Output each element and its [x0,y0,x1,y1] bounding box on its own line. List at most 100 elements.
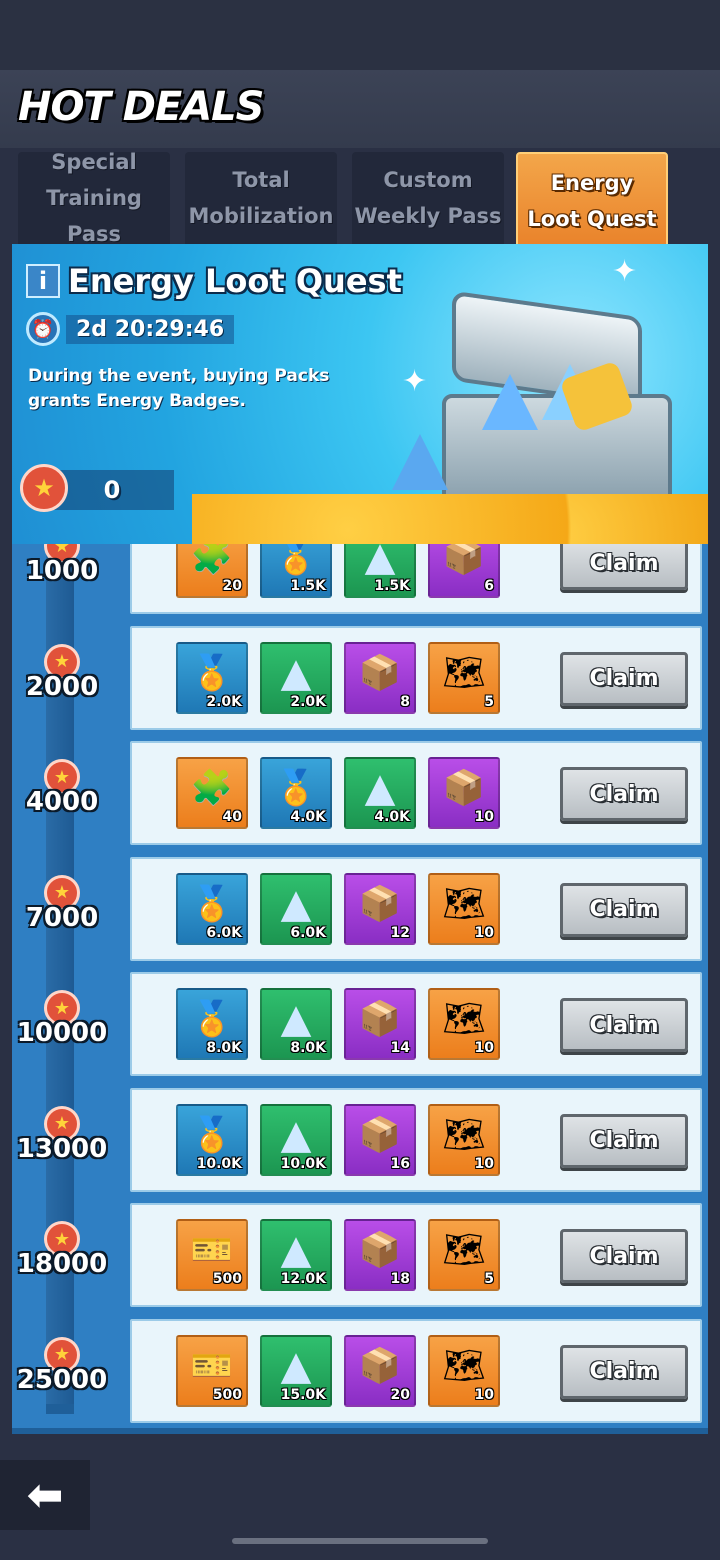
gold-crate-reward[interactable]: 📦 18 [344,1219,416,1291]
medal-icon: 🏅 [190,999,234,1039]
reward-tier-list[interactable]: ★ 1000 🧩 20 🏅 1.5K ▲ 1.5K 📦 6 Claim ★ 2000 🏅 2.0K ▲ 2.0K… [12,544,708,1434]
gold-crate-icon: 📦 [358,1345,402,1386]
milestone-value: 7000 [25,902,99,933]
reward-tier-row: 🏅 10.0K ▲ 10.0K 📦 16 🗺 10 Claim [130,1087,702,1192]
home-indicator[interactable] [232,1538,488,1544]
milestone-value: 13000 [16,1133,108,1164]
countdown-text: 2d 20:29:46 [66,314,235,344]
blueprint-icon: 🗺 [442,1345,486,1386]
ticket-icon: 🎫 [190,1345,234,1386]
tier-milestone: ★ 18000 [12,1221,112,1311]
reward-tier-row: 🏅 2.0K ▲ 2.0K 📦 8 🗺 5 Claim [130,625,702,730]
reward-tier-row: 🧩 40 🏅 4.0K ▲ 4.0K 📦 10 Claim [130,741,702,845]
claim-button[interactable]: Claim [560,882,688,937]
crystal-icon: ▲ [280,1111,312,1158]
reward-tier-row: 🎫 500 ▲ 12.0K 📦 18 🗺 5 Claim [130,1203,702,1307]
blueprint-reward[interactable]: 🗺 10 [428,1334,500,1407]
tab-bar: Special Training Pass Total Mobilization… [18,150,708,250]
puzzle-piece-reward[interactable]: 🧩 40 [176,757,248,829]
puzzle-piece-reward[interactable]: 🧩 20 [176,544,248,598]
puzzle-piece-icon: 🧩 [190,544,234,577]
ticket-reward[interactable]: 🎫 500 [176,1219,248,1291]
reward-quantity: 18 [390,1271,410,1287]
gold-crate-reward[interactable]: 📦 14 [344,988,416,1060]
crystal-reward[interactable]: ▲ 1.5K [344,544,416,598]
reward-quantity: 10 [474,809,494,825]
gold-crate-reward[interactable]: 📦 8 [344,641,416,714]
gold-crate-icon: 📦 [358,883,402,924]
reward-quantity: 5 [484,693,494,710]
claim-button[interactable]: Claim [560,998,688,1052]
tier-milestone: ★ 7000 [12,874,112,965]
crystal-icon: ▲ [280,649,312,696]
claim-button[interactable]: Claim [560,1229,688,1283]
reward-quantity: 500 [212,1271,242,1287]
blueprint-reward[interactable]: 🗺 10 [428,1103,500,1176]
status-bar-area [0,0,720,70]
tab-label: Custom Weekly Pass [354,168,502,228]
milestone-value: 4000 [25,787,99,817]
reward-quantity: 5 [484,1271,494,1287]
milestone-value: 10000 [16,1018,108,1048]
blueprint-reward[interactable]: 🗺 5 [428,1219,500,1291]
sparkle-icon: ✦ [612,254,638,289]
tab-total-mobilization[interactable]: Total Mobilization [185,152,337,244]
reward-quantity: 15.0K [280,1386,326,1403]
crystal-icon: ▲ [280,880,312,927]
blueprint-reward[interactable]: 🗺 10 [428,872,500,945]
back-button[interactable]: ⬅ [0,1460,90,1530]
medal-reward[interactable]: 🏅 1.5K [260,544,332,598]
medal-reward[interactable]: 🏅 6.0K [176,872,248,945]
tab-energy-loot-quest[interactable]: Energy Loot Quest [516,152,668,250]
medal-reward[interactable]: 🏅 8.0K [176,988,248,1060]
medal-icon: 🏅 [190,652,234,693]
crystal-icon: ▲ [364,544,396,580]
claim-button[interactable]: Claim [560,544,688,590]
blueprint-icon: 🗺 [442,652,486,693]
reward-quantity: 10 [474,1386,494,1403]
reward-quantity: 8 [400,693,410,710]
gold-crate-reward[interactable]: 📦 10 [428,757,500,829]
reward-quantity: 4.0K [374,809,410,825]
gold-crate-icon: 📦 [358,1114,402,1155]
crystal-reward[interactable]: ▲ 10.0K [260,1103,332,1176]
crystal-reward[interactable]: ▲ 6.0K [260,872,332,945]
claim-button[interactable]: Claim [560,1113,688,1168]
medal-icon: 🏅 [274,544,318,577]
info-icon[interactable]: i [26,264,60,298]
gold-crate-reward[interactable]: 📦 12 [344,872,416,945]
crystal-icon: ▲ [280,1227,312,1273]
sparkle-icon: ✦ [402,364,428,399]
reward-quantity: 8.0K [290,1040,326,1056]
claim-button[interactable]: Claim [560,651,688,706]
reward-quantity: 20 [390,1386,410,1403]
blueprint-reward[interactable]: 🗺 5 [428,641,500,714]
event-title: Energy Loot Quest [68,262,402,300]
energy-badge-count: 0 [50,470,174,510]
energy-badge-counter: 0 ★ [20,464,180,512]
reward-quantity: 6.0K [290,924,326,941]
tab-custom-weekly-pass[interactable]: Custom Weekly Pass [352,152,504,244]
gold-crate-icon: 📦 [358,999,402,1039]
medal-reward[interactable]: 🏅 10.0K [176,1103,248,1176]
tab-special-training-pass[interactable]: Special Training Pass [18,150,170,246]
reward-quantity: 500 [212,1386,242,1403]
gold-crate-icon: 📦 [442,768,486,808]
ticket-reward[interactable]: 🎫 500 [176,1334,248,1407]
blueprint-reward[interactable]: 🗺 10 [428,988,500,1060]
crystal-reward[interactable]: ▲ 4.0K [344,757,416,829]
crystal-reward[interactable]: ▲ 2.0K [260,641,332,714]
medal-reward[interactable]: 🏅 2.0K [176,641,248,714]
crystal-reward[interactable]: ▲ 12.0K [260,1219,332,1291]
claim-button[interactable]: Claim [560,767,688,821]
medal-icon: 🏅 [190,883,234,924]
gold-crate-reward[interactable]: 📦 20 [344,1334,416,1407]
crystal-reward[interactable]: ▲ 8.0K [260,988,332,1060]
event-banner: ✦ ✦ i Energy Loot Quest ⏰ 2d 20:29:46 Du… [12,244,708,544]
claim-button[interactable]: Claim [560,1344,688,1399]
reward-quantity: 1.5K [290,578,326,594]
medal-reward[interactable]: 🏅 4.0K [260,757,332,829]
gold-crate-reward[interactable]: 📦 16 [344,1103,416,1176]
gold-crate-reward[interactable]: 📦 6 [428,544,500,598]
crystal-reward[interactable]: ▲ 15.0K [260,1334,332,1407]
